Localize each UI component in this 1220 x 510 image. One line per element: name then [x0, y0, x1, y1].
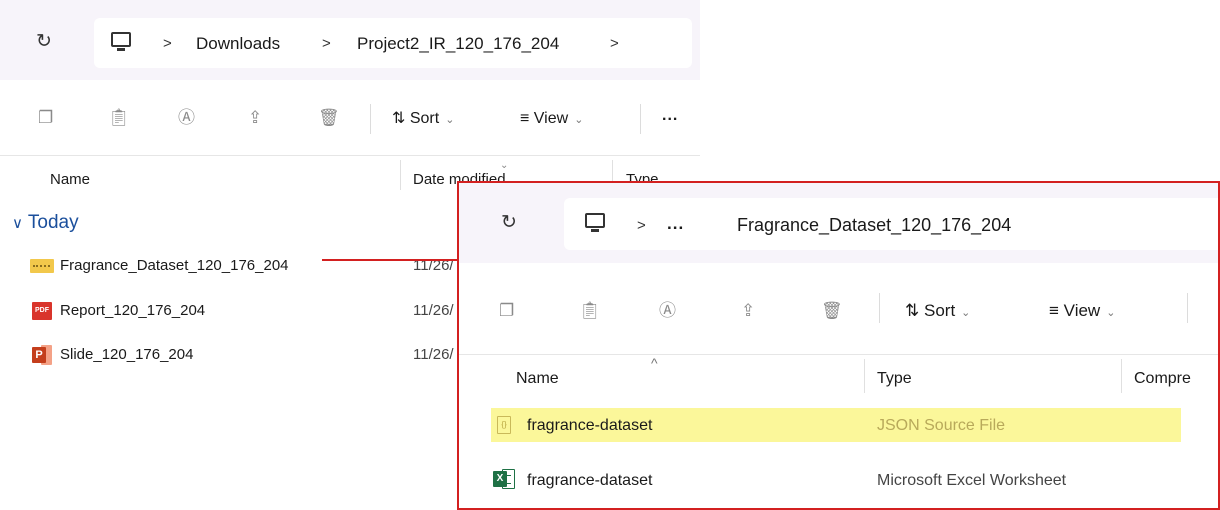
- refresh-icon[interactable]: ↻: [36, 32, 52, 52]
- excel-icon: X: [493, 469, 515, 489]
- chevron-down-icon: ⌄: [574, 114, 584, 126]
- sort-button[interactable]: ⇅ Sort ⌄: [905, 301, 970, 323]
- view-button[interactable]: ≡ View ⌄: [1049, 301, 1115, 323]
- zip-folder-icon: [30, 259, 54, 273]
- pdf-icon: PDF: [32, 302, 52, 320]
- sort-ascending-icon: ^: [651, 355, 658, 371]
- copy-icon[interactable]: ❐: [38, 108, 53, 128]
- file-type: Microsoft Excel Worksheet: [877, 472, 1067, 489]
- breadcrumb-archive-folder[interactable]: Fragrance_Dataset_120_176_204: [737, 215, 1011, 235]
- address-bar-area: ↻ > ... Fragrance_Dataset_120_176_204: [459, 183, 1218, 263]
- sort-label: Sort: [923, 301, 956, 320]
- address-bar-area: ↻ > Downloads > Project2_IR_120_176_204 …: [0, 0, 700, 80]
- sort-icon: ⇅: [392, 110, 406, 127]
- rename-icon[interactable]: Ⓐ: [178, 108, 195, 128]
- sort-button[interactable]: ⇅ Sort ⌄: [392, 109, 454, 130]
- toolbar-divider: [640, 104, 641, 134]
- chevron-down-icon: ⌄: [1106, 307, 1116, 319]
- file-name[interactable]: fragrance-dataset: [527, 471, 652, 491]
- column-header-name[interactable]: Name: [516, 369, 559, 389]
- paste-icon[interactable]: 📋︎: [579, 301, 601, 321]
- view-icon: ≡: [1049, 301, 1059, 320]
- file-type: JSON Source File: [877, 417, 1006, 434]
- delete-icon[interactable]: 🗑︎: [821, 301, 843, 321]
- sort-indicator-icon: ⌄: [500, 160, 509, 171]
- breadcrumb-separator[interactable]: >: [610, 34, 619, 54]
- breadcrumb-separator: >: [163, 35, 172, 52]
- breadcrumb-separator: >: [637, 217, 646, 234]
- refresh-icon[interactable]: ↻: [501, 213, 517, 233]
- rename-icon[interactable]: Ⓐ: [659, 301, 676, 321]
- sort-icon: ⇅: [905, 301, 920, 320]
- breadcrumb-downloads[interactable]: Downloads: [196, 34, 280, 54]
- sort-label: Sort: [409, 110, 440, 127]
- column-header-name[interactable]: Name: [50, 170, 90, 190]
- column-header-type[interactable]: Type: [877, 369, 912, 389]
- toolbar-divider: [879, 293, 880, 323]
- this-pc-icon[interactable]: [585, 213, 605, 232]
- file-name[interactable]: Fragrance_Dataset_120_176_204: [60, 256, 289, 276]
- column-divider[interactable]: [400, 160, 401, 190]
- view-button[interactable]: ≡ View ⌄: [520, 109, 583, 130]
- column-divider[interactable]: [1121, 359, 1122, 393]
- powerpoint-icon: P: [32, 345, 52, 365]
- paste-icon[interactable]: 📋︎: [108, 108, 130, 128]
- copy-icon[interactable]: ❐: [499, 301, 514, 321]
- view-label: View: [1063, 301, 1101, 320]
- file-name[interactable]: Report_120_176_204: [60, 301, 205, 321]
- view-icon: ≡: [520, 110, 530, 127]
- file-date: 11/26/: [413, 302, 454, 319]
- chevron-down-icon: ∨: [12, 215, 23, 232]
- breadcrumb-project-folder[interactable]: Project2_IR_120_176_204: [357, 34, 559, 54]
- command-bar: ❐ 📋︎ Ⓐ ⇪ 🗑︎ ⇅ Sort ⌄ ≡ View ⌄: [459, 263, 1218, 355]
- explorer-window-archive: ↻ > ... Fragrance_Dataset_120_176_204 ❐ …: [457, 181, 1220, 510]
- breadcrumb-ellipsis-button[interactable]: ...: [667, 214, 684, 234]
- column-divider[interactable]: [864, 359, 865, 393]
- breadcrumb-separator: >: [322, 35, 331, 52]
- chevron-down-icon: ⌄: [445, 114, 455, 126]
- share-icon[interactable]: ⇪: [248, 108, 262, 128]
- view-label: View: [533, 110, 569, 127]
- toolbar-divider: [370, 104, 371, 134]
- file-name[interactable]: Slide_120_176_204: [60, 345, 193, 365]
- delete-icon[interactable]: 🗑︎: [318, 108, 340, 128]
- json-file-icon: {}: [497, 416, 511, 434]
- annotation-connector-line: [322, 259, 462, 261]
- share-icon[interactable]: ⇪: [741, 301, 755, 321]
- group-label: Today: [27, 212, 79, 233]
- column-header-compressed-size[interactable]: Compre: [1134, 369, 1191, 389]
- see-more-button[interactable]: ...: [662, 106, 678, 126]
- toolbar-divider: [1187, 293, 1188, 323]
- chevron-down-icon: ⌄: [961, 307, 971, 319]
- this-pc-icon[interactable]: [111, 32, 131, 51]
- command-bar: ❐ 📋︎ Ⓐ ⇪ 🗑︎ ⇅ Sort ⌄ ≡ View ⌄ ...: [0, 80, 700, 156]
- file-date: 11/26/: [413, 346, 454, 363]
- group-header-today[interactable]: ∨ Today: [12, 212, 79, 235]
- file-name[interactable]: fragrance-dataset: [527, 416, 652, 436]
